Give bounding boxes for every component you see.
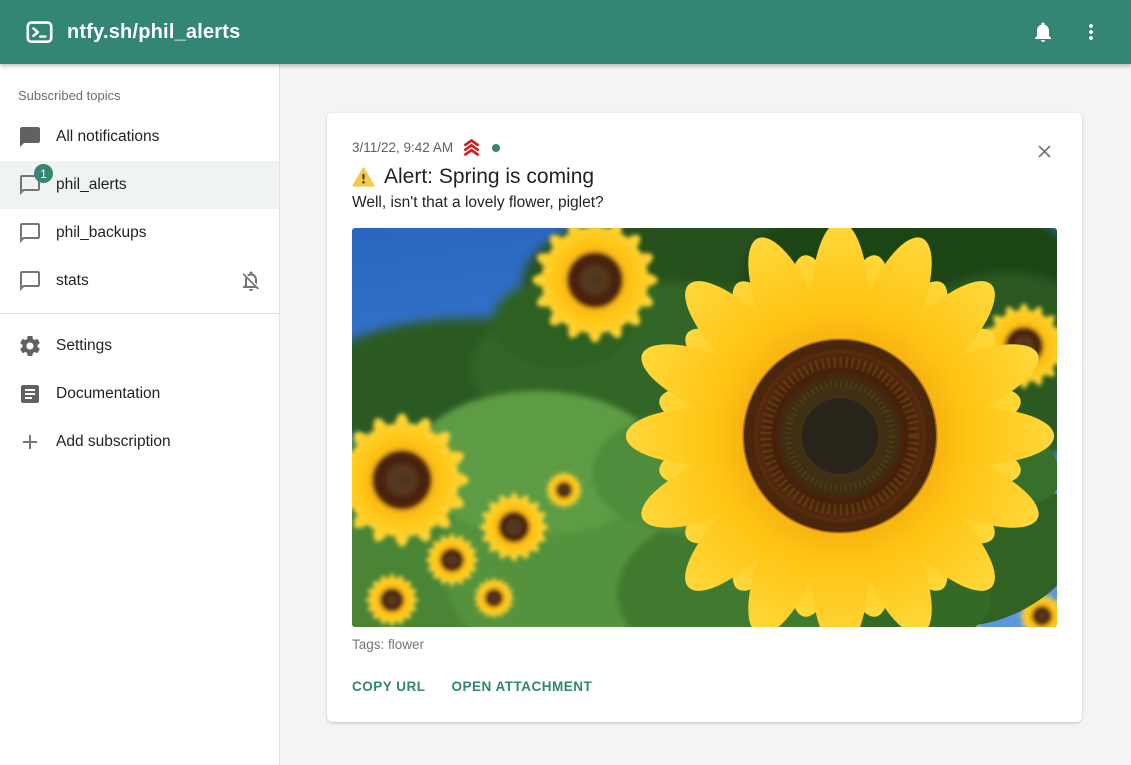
sidebar-section-label: Subscribed topics <box>0 72 279 113</box>
close-icon <box>1034 141 1055 162</box>
sidebar-item-stats[interactable]: stats <box>0 257 279 305</box>
appbar-actions <box>1019 8 1115 56</box>
notification-body: Well, isn't that a lovely flower, piglet… <box>352 194 1058 212</box>
overflow-menu-button[interactable] <box>1067 8 1115 56</box>
sidebar-item-label: Settings <box>56 337 263 355</box>
open-attachment-button[interactable]: OPEN ATTACHMENT <box>446 673 599 700</box>
plus-icon <box>18 430 42 454</box>
warning-emoji-icon <box>352 166 375 189</box>
notification-timestamp: 3/11/22, 9:42 AM <box>352 140 453 155</box>
notification-actions: COPY URL OPEN ATTACHMENT <box>346 673 1058 700</box>
page-title: ntfy.sh/phil_alerts <box>67 21 240 44</box>
chat-bubble-filled-icon <box>18 125 42 149</box>
sidebar-item-documentation[interactable]: Documentation <box>0 370 279 418</box>
sidebar: Subscribed topics All notifications 1 ph… <box>0 64 280 765</box>
sidebar-item-label: stats <box>56 272 225 290</box>
notifications-toggle-button[interactable] <box>1019 8 1067 56</box>
sidebar-item-label: phil_backups <box>56 224 263 242</box>
gear-icon <box>18 334 42 358</box>
sidebar-item-label: All notifications <box>56 128 263 146</box>
sidebar-item-phil-alerts[interactable]: 1 phil_alerts <box>0 161 279 209</box>
close-notification-button[interactable] <box>1030 137 1058 165</box>
chat-bubble-outline-icon <box>18 221 42 245</box>
sidebar-item-label: phil_alerts <box>56 176 263 194</box>
bell-icon <box>1031 20 1055 44</box>
copy-url-button[interactable]: COPY URL <box>346 673 432 700</box>
sidebar-item-all-notifications[interactable]: All notifications <box>0 113 279 161</box>
unread-dot-icon <box>492 144 500 152</box>
sidebar-item-phil-backups[interactable]: phil_backups <box>0 209 279 257</box>
app-bar: ntfy.sh/phil_alerts <box>0 0 1131 64</box>
notification-meta: 3/11/22, 9:42 AM <box>352 137 1058 158</box>
main-content: 3/11/22, 9:42 AM <box>280 64 1131 765</box>
chat-bubble-outline-icon <box>18 269 42 293</box>
sidebar-item-settings[interactable]: Settings <box>0 322 279 370</box>
chat-bubble-outline-icon: 1 <box>18 173 42 197</box>
sidebar-item-add-subscription[interactable]: Add subscription <box>0 418 279 466</box>
sidebar-divider <box>0 313 279 314</box>
attachment-image[interactable] <box>352 228 1057 627</box>
brand: ntfy.sh/phil_alerts <box>26 19 1019 46</box>
article-icon <box>18 382 42 406</box>
unread-count-badge: 1 <box>34 164 53 183</box>
priority-max-icon <box>461 137 482 158</box>
notifications-off-icon <box>239 269 263 293</box>
more-vert-icon <box>1079 20 1103 44</box>
notification-title: Alert: Spring is coming <box>384 165 594 189</box>
notification-tags: Tags: flower <box>352 637 1058 652</box>
sidebar-item-label: Add subscription <box>56 433 263 451</box>
ntfy-logo-icon <box>26 19 53 46</box>
notification-card: 3/11/22, 9:42 AM <box>327 113 1082 722</box>
sidebar-item-label: Documentation <box>56 385 263 403</box>
notification-title-row: Alert: Spring is coming <box>352 165 1058 189</box>
